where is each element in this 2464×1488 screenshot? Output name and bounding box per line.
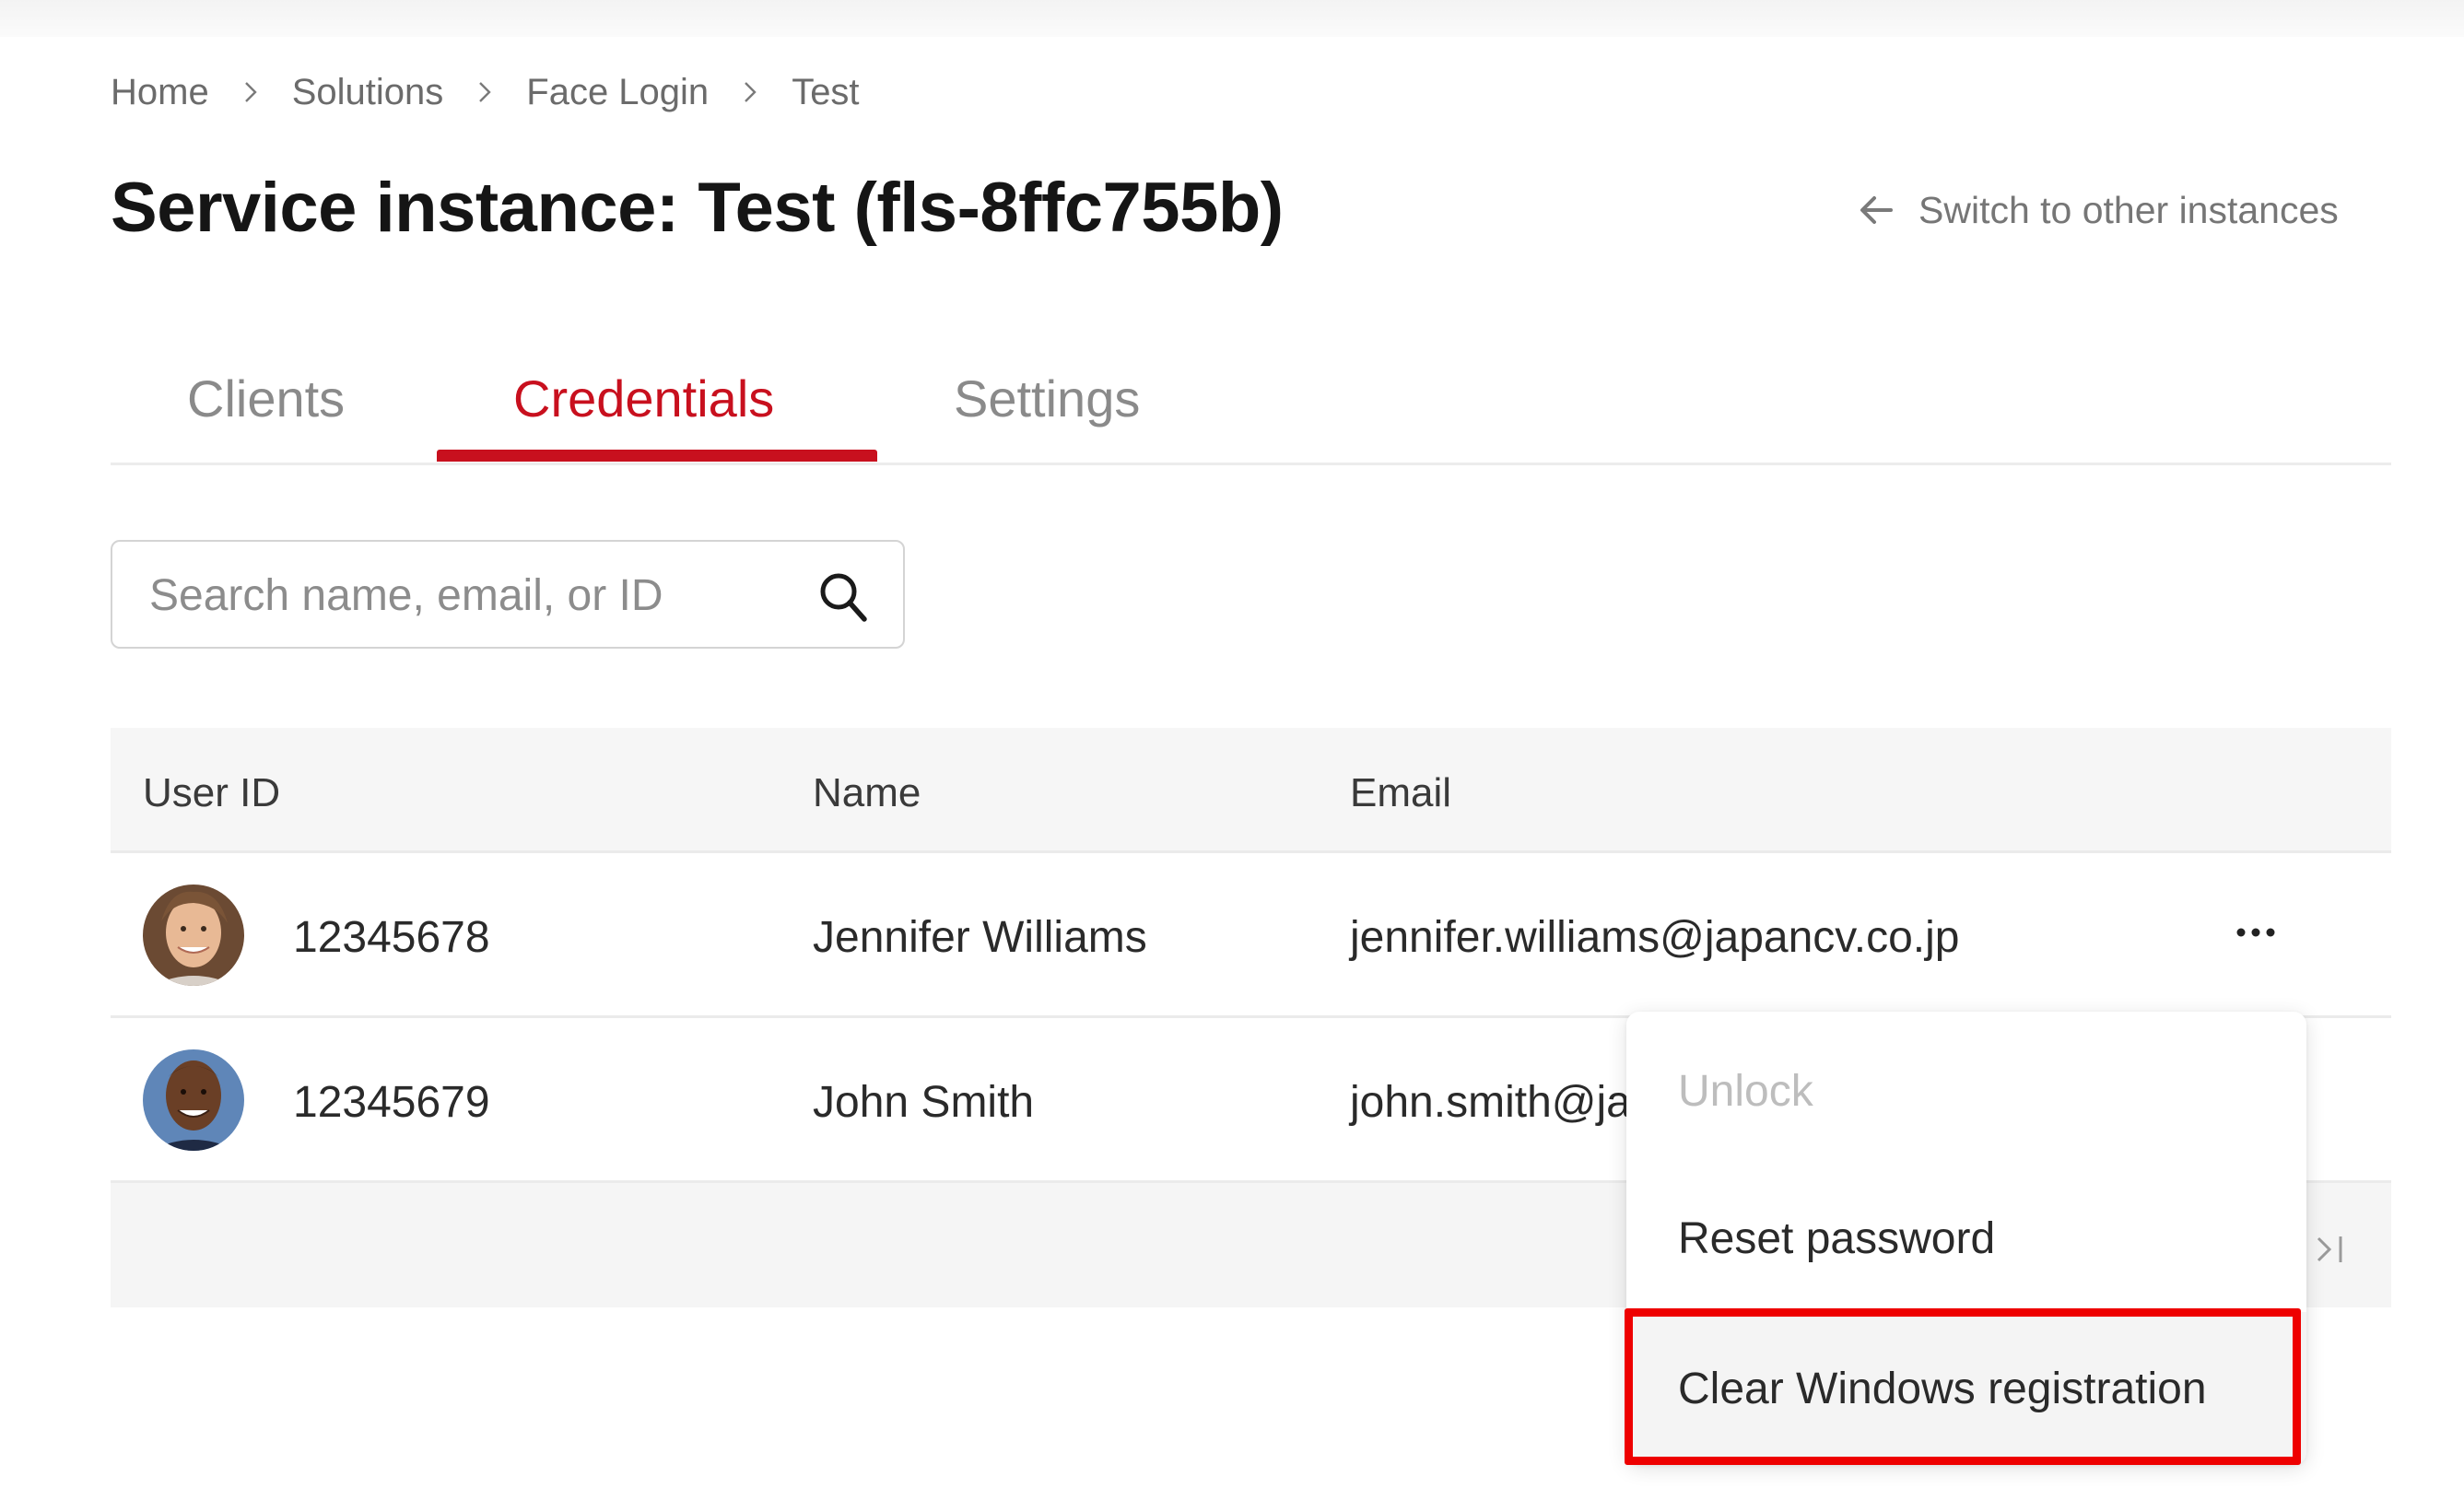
breadcrumb-solutions[interactable]: Solutions <box>292 72 444 113</box>
page-title: Service instance: Test (fls-8ffc755b) <box>111 169 1284 247</box>
user-name: Jennifer Williams <box>813 913 1147 962</box>
active-tab-indicator <box>437 450 877 462</box>
breadcrumb-current: Test <box>792 71 860 112</box>
last-page-icon[interactable] <box>2311 1229 2352 1270</box>
column-header-name[interactable]: Name <box>813 770 921 816</box>
avatar <box>143 885 244 986</box>
user-photo-icon <box>143 885 244 986</box>
switch-instances-link[interactable]: Switch to other instances <box>1854 184 2339 236</box>
search-icon[interactable] <box>815 568 874 627</box>
user-id: 12345678 <box>293 913 490 962</box>
breadcrumb-face-login[interactable]: Face Login <box>526 72 709 113</box>
tab-bar: Clients Credentials Settings <box>111 350 2391 465</box>
table-header: User ID Name Email <box>111 728 2391 853</box>
switch-instances-label: Switch to other instances <box>1918 188 2339 231</box>
user-photo-icon <box>143 1049 244 1151</box>
chevron-right-icon <box>709 78 792 106</box>
row-actions-button[interactable] <box>2230 914 2282 951</box>
user-id: 12345679 <box>293 1078 490 1127</box>
menu-item-unlock: Unlock <box>1678 1066 1813 1116</box>
top-bar <box>0 0 2464 37</box>
user-email: jennifer.williams@japancv.co.jp <box>1350 913 1960 962</box>
table-row[interactable]: 12345678 Jennifer Williams jennifer.will… <box>111 853 2391 1018</box>
avatar <box>143 1049 244 1151</box>
breadcrumb-home[interactable]: Home <box>111 72 209 113</box>
column-header-email[interactable]: Email <box>1350 770 1451 816</box>
user-name: John Smith <box>813 1078 1035 1127</box>
tab-settings[interactable]: Settings <box>954 369 1140 428</box>
row-actions-menu: Unlock Reset password Clear Windows regi… <box>1626 1012 2306 1465</box>
breadcrumb: Home Solutions Face Login Test <box>111 66 860 118</box>
search-input[interactable] <box>147 542 796 649</box>
tab-credentials[interactable]: Credentials <box>513 369 774 428</box>
search-field <box>111 540 905 649</box>
menu-item-clear-windows-registration[interactable]: Clear Windows registration <box>1626 1312 2306 1465</box>
arrow-left-icon <box>1860 196 1893 224</box>
chevron-right-icon <box>209 78 292 106</box>
column-header-user-id[interactable]: User ID <box>143 770 280 816</box>
tab-clients[interactable]: Clients <box>187 369 345 428</box>
chevron-right-icon <box>443 78 526 106</box>
menu-item-reset-password[interactable]: Reset password <box>1626 1165 2306 1312</box>
more-horizontal-icon <box>2236 928 2275 937</box>
